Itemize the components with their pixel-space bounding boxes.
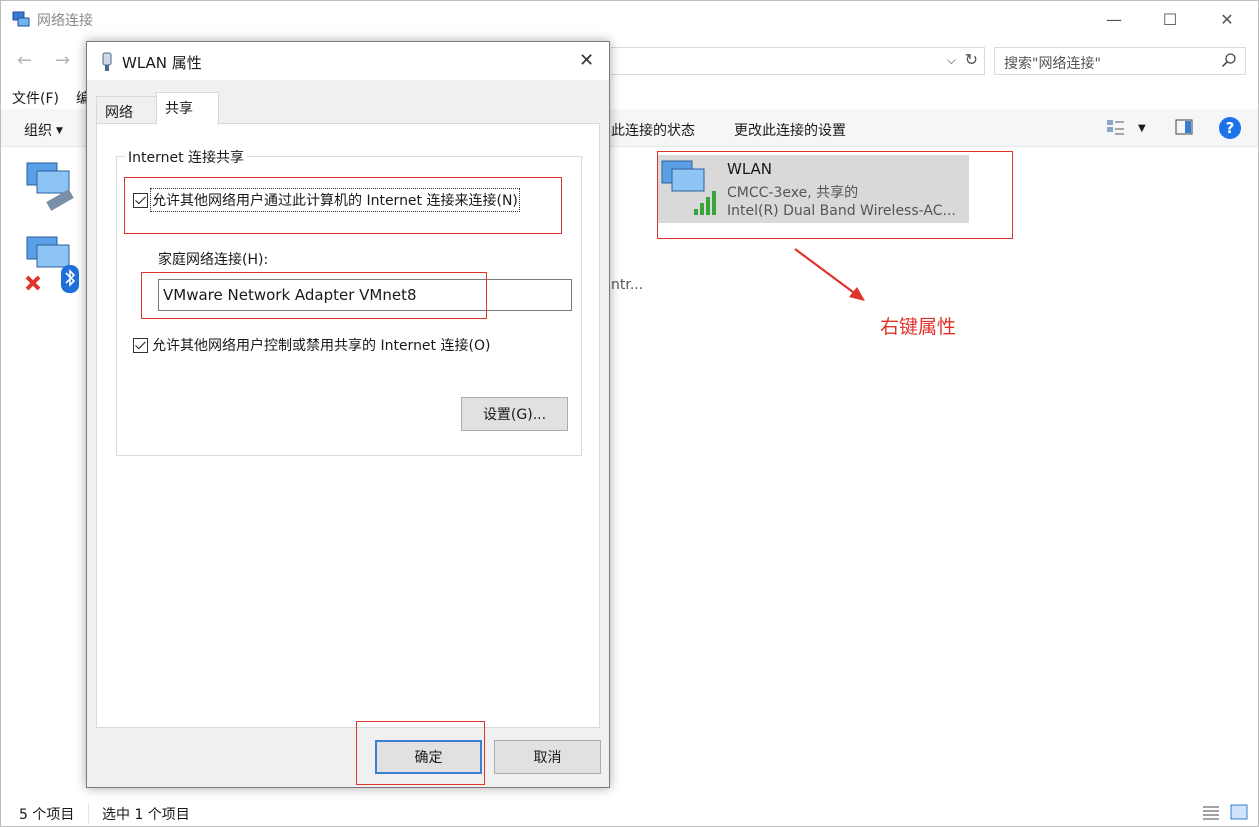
allow-control-label[interactable]: 允许其他网络用户控制或禁用共享的 Internet 连接(O)	[152, 335, 490, 355]
ethernet-connection-icon[interactable]	[25, 159, 81, 215]
view-dropdown-icon[interactable]: ▼	[1138, 123, 1146, 134]
annotation-box-ok	[356, 721, 485, 785]
allow-control-checkbox[interactable]	[133, 338, 148, 353]
annotation-box-wlan	[657, 151, 1013, 239]
cancel-button[interactable]: 取消	[494, 740, 601, 774]
item-count: 5 个项目	[19, 807, 75, 823]
svg-text:?: ?	[1226, 119, 1235, 137]
status-bar: 5 个项目 选中 1 个项目	[1, 799, 1258, 827]
annotation-text: 右键属性	[880, 316, 957, 338]
title-bar: 网络连接 — ☐ ✕	[1, 1, 1259, 37]
home-network-label: 家庭网络连接(H):	[158, 252, 269, 268]
search-icon	[1221, 53, 1236, 68]
search-box[interactable]: 搜索"网络连接"	[994, 47, 1246, 75]
bluetooth-connection-icon[interactable]	[23, 233, 83, 297]
adapter-icon	[102, 52, 112, 71]
wlan-properties-dialog: WLAN 属性 ✕ 网络 共享 Internet 连接共享 允许其他网络用户通过…	[86, 41, 610, 788]
window-title: 网络连接	[37, 13, 93, 29]
dialog-title-bar: WLAN 属性 ✕	[87, 42, 609, 80]
annotation-arrow-icon	[794, 248, 865, 301]
dialog-close-icon[interactable]: ✕	[579, 50, 594, 71]
chevron-down-icon[interactable]: ⌵	[947, 53, 956, 68]
maximize-button[interactable]: ☐	[1160, 9, 1180, 29]
refresh-icon[interactable]: ↻	[965, 50, 978, 69]
dialog-title: WLAN 属性	[122, 54, 202, 72]
organize-button[interactable]: 组织 ▼	[24, 120, 63, 140]
annotation-box-home-network	[141, 272, 487, 319]
tiles-view-icon[interactable]	[1230, 804, 1248, 820]
address-bar[interactable]: ⌵ ↻	[611, 47, 985, 75]
minimize-button[interactable]: —	[1104, 9, 1124, 29]
network-folder-icon	[12, 11, 30, 27]
back-arrow-icon[interactable]: ←	[17, 50, 32, 71]
menu-file[interactable]: 文件(F)	[12, 88, 59, 108]
help-icon[interactable]: ?	[1218, 116, 1242, 140]
connection-partial-text: ntr...	[611, 277, 644, 293]
selected-count: 选中 1 个项目	[102, 807, 190, 823]
tab-sharing[interactable]: 共享	[156, 92, 219, 125]
organize-label: 组织	[24, 123, 52, 139]
details-view-icon[interactable]	[1202, 804, 1220, 820]
tab-network[interactable]: 网络	[96, 96, 157, 124]
status-separator	[88, 803, 89, 823]
close-button[interactable]: ✕	[1217, 9, 1237, 29]
annotation-box-allow-share	[124, 177, 562, 234]
settings-button[interactable]: 设置(G)...	[461, 397, 568, 431]
group-label: Internet 连接共享	[125, 147, 248, 167]
search-input[interactable]: 搜索"网络连接"	[1004, 53, 1101, 73]
view-status-button[interactable]: 此连接的状态	[611, 120, 695, 140]
change-settings-button[interactable]: 更改此连接的设置	[734, 120, 846, 140]
dropdown-triangle-icon: ▼	[56, 126, 63, 136]
view-options-icon[interactable]	[1106, 118, 1126, 138]
forward-arrow-icon[interactable]: →	[55, 50, 70, 71]
preview-pane-icon[interactable]	[1175, 118, 1193, 136]
